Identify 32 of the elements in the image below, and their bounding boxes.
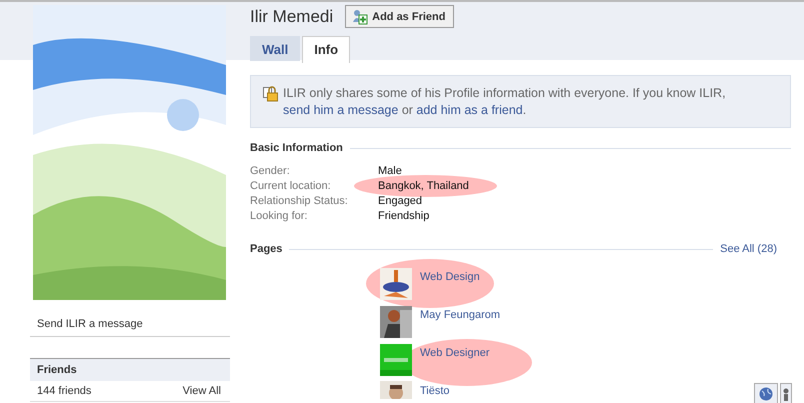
tab[interactable]: Info (302, 36, 350, 63)
field-label: Relationship Status: (250, 195, 349, 207)
privacy-notice: ILIR only shares some of his Profile information with everyone. If you know ILIR, send him a message or add him as a friend. (283, 85, 727, 119)
globe-button[interactable] (754, 383, 778, 403)
notice-link[interactable]: add him as a friend (416, 103, 523, 117)
globe-icon (759, 387, 773, 401)
profile-name: Ilir Memedi (250, 6, 334, 26)
tab[interactable]: Wall (250, 36, 300, 61)
see-all-link[interactable]: See All (28) (720, 243, 777, 255)
friends-heading: Friends (30, 359, 230, 381)
page-link[interactable]: Web Designer (420, 347, 490, 359)
field-value: Bangkok, Thailand (378, 180, 469, 192)
page-link[interactable]: Tiësto (420, 385, 450, 397)
field-label: Gender: (250, 165, 291, 177)
send-message-link[interactable]: Send ILIR a message (37, 318, 143, 336)
page-link[interactable]: Web Design (420, 271, 480, 283)
section-heading: Pages (250, 243, 282, 255)
friends-count: 144 friends (37, 385, 92, 397)
add-friend-icon (352, 8, 368, 24)
field-label: Current location: (250, 180, 332, 192)
lock-icon (263, 86, 279, 102)
field-label: Looking for: (250, 210, 308, 222)
field-value: Friendship (378, 210, 430, 222)
field-value: Engaged (378, 195, 422, 207)
field-value: Male (378, 165, 402, 177)
people-button[interactable] (780, 383, 792, 403)
page-link[interactable]: May Feungarom (420, 309, 500, 321)
person-icon (782, 387, 790, 401)
view-all-link[interactable]: View All (182, 385, 221, 397)
section-heading: Basic Information (250, 142, 343, 154)
notice-link[interactable]: send him a message (283, 103, 398, 117)
add-friend-button[interactable]: Add as Friend (345, 5, 454, 28)
